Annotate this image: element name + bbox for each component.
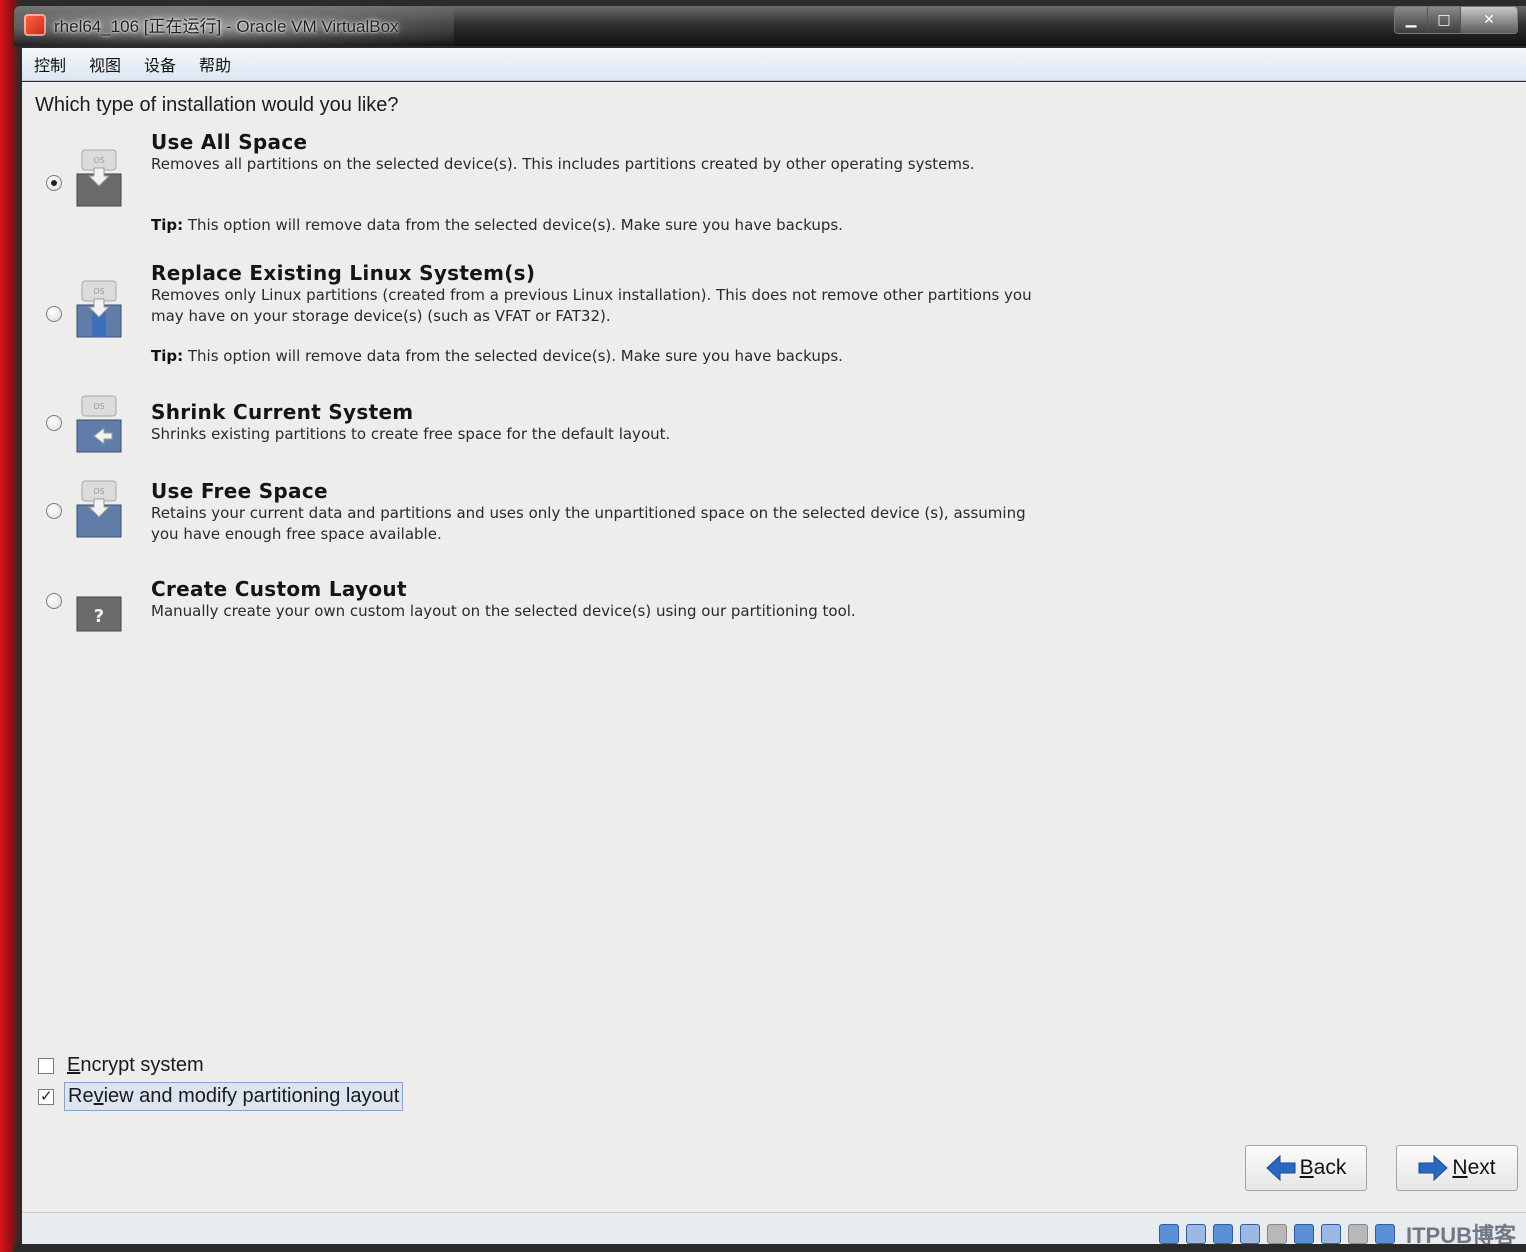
menu-devices[interactable]: 设备 <box>144 52 176 76</box>
next-arrow-icon <box>1418 1155 1449 1181</box>
menu-view[interactable]: 视图 <box>89 52 121 76</box>
menu-help[interactable]: 帮助 <box>199 52 231 76</box>
svg-text:OS: OS <box>93 156 104 165</box>
vm-status-bar: ITPUB博客 <box>22 1212 1526 1248</box>
menu-bar: 控制 视图 设备 帮助 <box>22 48 1526 81</box>
close-icon: ✕ <box>1483 12 1495 28</box>
option-title: Shrink Current System <box>151 400 414 424</box>
tip-text: This option will remove data from the se… <box>183 216 843 234</box>
back-button[interactable]: Back <box>1245 1145 1367 1191</box>
radio-shrink-system[interactable] <box>46 415 62 431</box>
host-key-icon[interactable] <box>1374 1224 1395 1244</box>
encrypt-system-checkbox[interactable] <box>38 1057 54 1074</box>
shrink-system-icon: OS <box>76 395 122 453</box>
window-controls: ▁ □ ✕ <box>1394 6 1518 34</box>
use-all-space-icon: OS <box>76 149 122 207</box>
video-capture-icon[interactable] <box>1320 1224 1341 1244</box>
usb-icon[interactable] <box>1212 1224 1233 1244</box>
optical-drive-icon[interactable] <box>1185 1224 1206 1244</box>
option-title: Use Free Space <box>151 479 328 503</box>
svg-text:?: ? <box>94 606 104 627</box>
virtualbox-app-icon <box>24 14 46 36</box>
encrypt-system-label[interactable]: Encrypt system <box>64 1052 207 1079</box>
option-description: Manually create your own custom layout o… <box>151 602 856 620</box>
installer-panel: Which type of installation would you lik… <box>22 82 1526 1212</box>
encrypt-system-row[interactable]: Encrypt system <box>38 1052 207 1079</box>
back-arrow-icon <box>1265 1155 1296 1181</box>
option-replace-linux[interactable]: OS Replace Existing Linux System(s) Remo… <box>22 257 1122 377</box>
minimize-icon: ▁ <box>1405 12 1417 28</box>
option-title: Create Custom Layout <box>151 577 407 601</box>
radio-use-free-space[interactable] <box>46 503 62 519</box>
maximize-icon: □ <box>1437 12 1451 28</box>
window-title: rhel64_106 [正在运行] - Oracle VM VirtualBox <box>54 17 399 36</box>
tip-label: Tip: <box>151 216 184 234</box>
radio-custom-layout[interactable] <box>46 593 62 609</box>
custom-layout-icon: ? <box>76 596 122 632</box>
mnemonic: B <box>1299 1156 1314 1179</box>
radio-replace-linux[interactable] <box>46 306 62 322</box>
tip-text: This option will remove data from the se… <box>183 347 843 365</box>
option-tip: Tip: This option will remove data from t… <box>151 347 843 365</box>
option-use-free-space[interactable]: OS Use Free Space Retains your current d… <box>22 477 1122 557</box>
option-tip: Tip: This option will remove data from t… <box>151 216 843 234</box>
label-pre: Re <box>68 1085 94 1107</box>
option-description: Removes all partitions on the selected d… <box>151 155 975 173</box>
cpu-icon[interactable] <box>1347 1224 1368 1244</box>
option-shrink-system[interactable]: OS Shrink Current System Shrinks existin… <box>22 392 1122 462</box>
maximize-button[interactable]: □ <box>1427 7 1460 33</box>
network-icon[interactable] <box>1293 1224 1314 1244</box>
option-description: Removes only Linux partitions (created f… <box>151 286 1032 325</box>
option-custom-layout[interactable]: ? Create Custom Layout Manually create y… <box>22 577 1122 637</box>
window-bottom-edge <box>14 1244 1526 1252</box>
review-layout-checkbox[interactable] <box>38 1087 54 1105</box>
next-button[interactable]: Next <box>1396 1145 1518 1191</box>
review-layout-row[interactable]: Review and modify partitioning layout <box>38 1082 404 1111</box>
installation-type-question: Which type of installation would you lik… <box>35 94 399 116</box>
svg-text:OS: OS <box>93 487 104 496</box>
mnemonic: E <box>67 1054 81 1076</box>
menu-control[interactable]: 控制 <box>34 52 66 76</box>
svg-text:OS: OS <box>93 287 104 296</box>
option-description: Shrinks existing partitions to create fr… <box>151 425 671 443</box>
tip-label: Tip: <box>151 347 184 365</box>
option-title: Replace Existing Linux System(s) <box>151 261 536 285</box>
use-free-space-icon: OS <box>76 480 122 538</box>
radio-use-all-space[interactable] <box>46 175 62 191</box>
display-icon[interactable] <box>1266 1224 1287 1244</box>
button-label-rest: ack <box>1313 1156 1347 1179</box>
hard-disk-icon[interactable] <box>1158 1224 1179 1244</box>
option-title: Use All Space <box>151 130 308 154</box>
label-rest: ncrypt system <box>80 1054 204 1076</box>
mnemonic: v <box>93 1085 104 1107</box>
svg-text:OS: OS <box>93 402 104 411</box>
shared-folders-icon[interactable] <box>1239 1224 1260 1244</box>
label-rest: iew and modify partitioning layout <box>103 1085 400 1107</box>
minimize-button[interactable]: ▁ <box>1395 7 1427 33</box>
button-label-rest: ext <box>1467 1156 1496 1179</box>
mnemonic: N <box>1452 1156 1468 1179</box>
option-description: Retains your current data and partitions… <box>151 504 1026 543</box>
close-button[interactable]: ✕ <box>1460 7 1517 33</box>
replace-linux-icon: OS <box>76 280 122 338</box>
review-layout-label[interactable]: Review and modify partitioning layout <box>64 1082 404 1111</box>
option-use-all-space[interactable]: OS Use All Space Removes all partitions … <box>22 126 1122 246</box>
